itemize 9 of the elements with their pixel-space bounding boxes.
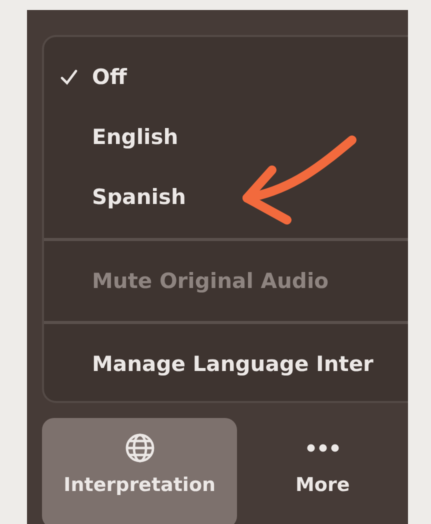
menu-item[interactable]: Off xyxy=(44,47,408,107)
toolbar-button[interactable]: Interpretation xyxy=(42,418,238,524)
more-icon xyxy=(306,444,340,452)
globe-icon xyxy=(124,432,156,464)
toolbar-button[interactable]: More xyxy=(237,418,408,524)
menu-item[interactable]: English xyxy=(44,107,408,167)
menu-item[interactable]: Manage Language Inter xyxy=(44,334,408,394)
menu-item[interactable]: Spanish xyxy=(44,167,408,227)
check-icon xyxy=(60,69,78,85)
